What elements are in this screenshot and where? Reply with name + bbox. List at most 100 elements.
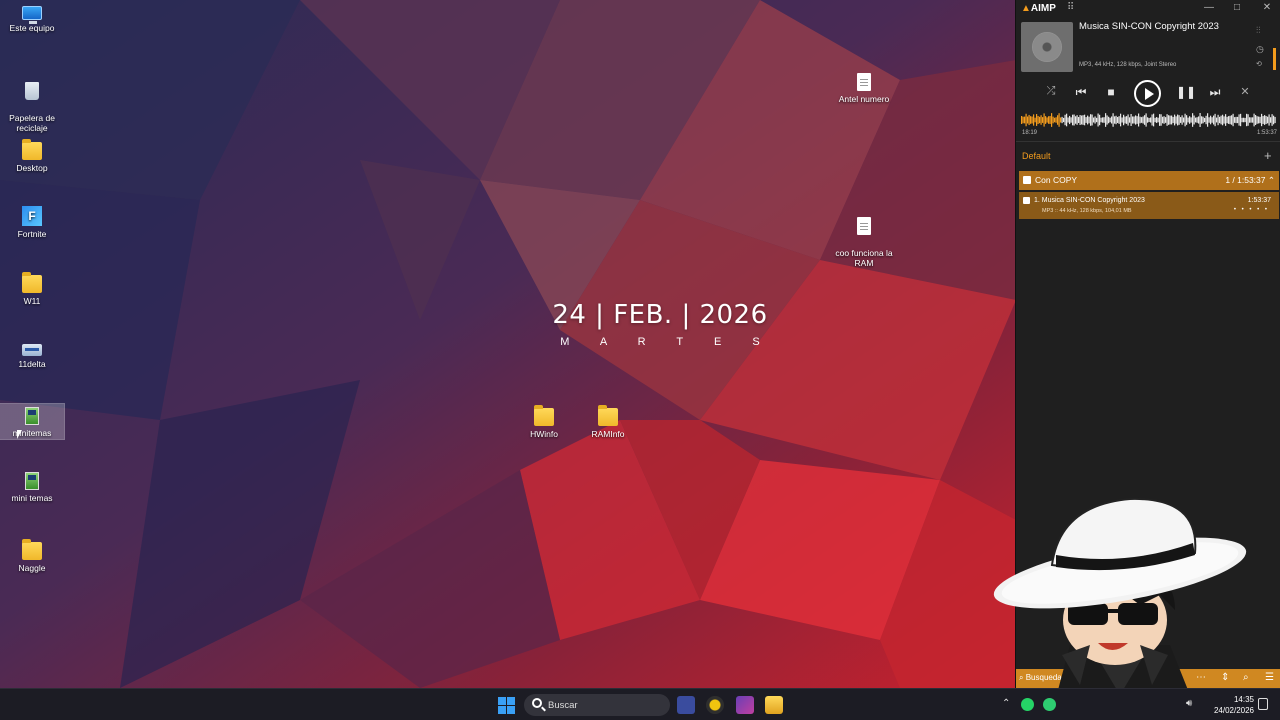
waveform-bar <box>1027 116 1029 124</box>
waveform-bar <box>1085 117 1087 123</box>
tray-expand-icon[interactable]: ⌃ <box>1002 698 1010 709</box>
drive-icon <box>22 344 42 356</box>
waveform-bar <box>1229 115 1231 125</box>
waveform-bar <box>1204 117 1206 123</box>
waveform-bar <box>1262 116 1264 124</box>
desktop-icon-papelera[interactable]: Papelera de reciclaje <box>0 72 64 143</box>
tray-app-icon[interactable] <box>1043 698 1056 711</box>
waveform-bar <box>1043 113 1045 127</box>
playlist-track-row[interactable]: 1. Musica SIN-CON Copyright 2023 1:53:37… <box>1019 192 1279 219</box>
waveform-bar <box>1213 115 1215 125</box>
app-icon <box>25 407 39 425</box>
desktop-icon-desktop[interactable]: Desktop <box>0 139 64 173</box>
waveform-bar <box>1223 116 1225 124</box>
waveform-bar <box>1217 114 1219 126</box>
previous-button[interactable]: ⏮ <box>1073 85 1089 100</box>
folder-icon <box>598 405 618 426</box>
waveform-seekbar[interactable] <box>1021 111 1276 129</box>
track-rating[interactable]: • • • • • <box>1234 207 1269 213</box>
clock-icon[interactable]: ◷ <box>1256 44 1264 55</box>
taskbar-app-browser-icon[interactable] <box>736 696 754 714</box>
next-button[interactable]: ⏭ <box>1207 85 1223 100</box>
waveform-bar <box>1046 117 1048 123</box>
playlist-group-header[interactable]: Con COPY 1 / 1:53:37 ⌃ <box>1019 171 1279 190</box>
equalizer-icon[interactable]: ⫶⫶ <box>1256 25 1261 36</box>
desktop-icon-minitemas[interactable]: minitemas <box>0 403 65 440</box>
repeat-small-icon[interactable]: ⟲ <box>1256 60 1262 68</box>
waveform-bar <box>1157 117 1159 123</box>
close-icon[interactable]: ✕ <box>1260 2 1274 13</box>
waveform-bar <box>1064 114 1066 126</box>
grip-icon[interactable]: ⠿ <box>1067 2 1074 13</box>
desktop-icon-mini-temas[interactable]: mini temas <box>0 472 64 503</box>
playlist-tab-default[interactable]: Default <box>1022 151 1051 161</box>
desktop-icon-este-equipo[interactable]: Este equipo <box>0 6 64 33</box>
waveform-bar <box>1226 116 1228 124</box>
waveform-bar <box>1264 115 1266 125</box>
taskbar-app-aimp-icon[interactable] <box>706 696 724 714</box>
shuffle-icon[interactable]: ✕ <box>1237 85 1253 98</box>
waveform-bar <box>1087 115 1089 125</box>
desktop-icon-label: mini temas <box>11 493 53 503</box>
desktop-icon-naggle[interactable]: Naggle <box>0 539 64 573</box>
volume-icon[interactable]: 🔊︎ <box>1186 698 1199 711</box>
checkbox-icon[interactable] <box>1023 176 1031 184</box>
waveform-bar <box>1072 114 1074 126</box>
taskbar-search[interactable] <box>524 694 670 716</box>
waveform-bar <box>1145 113 1147 127</box>
waveform-bar <box>1106 115 1108 125</box>
add-playlist-icon[interactable]: + <box>1264 148 1272 163</box>
notification-icon[interactable] <box>1258 698 1268 710</box>
waveform-bar <box>1030 116 1032 124</box>
waveform-bar <box>1124 116 1126 124</box>
waveform-bar <box>1252 117 1254 123</box>
checkbox-icon[interactable] <box>1023 197 1030 204</box>
pause-button[interactable]: ❚❚ <box>1176 85 1196 99</box>
desktop-icon-coo-funciona-ram[interactable]: coo funciona la RAM <box>832 207 896 278</box>
waveform-bar <box>1129 117 1131 123</box>
aimp-logo: ▲AIMP <box>1021 3 1056 14</box>
waveform-bar <box>1025 113 1027 127</box>
divider <box>1016 141 1280 142</box>
desktop-icon-hwinfo[interactable]: HWinfo <box>512 405 576 439</box>
waveform-bar <box>1267 116 1269 124</box>
waveform-bar <box>1130 113 1132 126</box>
aimp-titlebar[interactable]: ▲AIMP ⠿ — □ ✕ <box>1016 0 1280 18</box>
waveform-bar <box>1195 117 1197 123</box>
desktop-icon-fortnite[interactable]: F Fortnite <box>0 206 64 239</box>
repeat-icon[interactable]: ⤮ <box>1043 85 1059 98</box>
waveform-bar <box>1238 114 1240 126</box>
desktop-icon-label: Este equipo <box>9 23 55 33</box>
waveform-bar <box>1054 117 1056 123</box>
taskbar-search-input[interactable] <box>548 698 658 712</box>
desktop-icon-label: 11delta <box>18 359 46 369</box>
waveform-bar <box>1138 113 1140 127</box>
taskbar-clock[interactable]: 14:35 24/02/2026 <box>1204 694 1254 716</box>
minimize-icon[interactable]: — <box>1202 2 1216 13</box>
desktop-icon-antel-numero[interactable]: Antel numero <box>832 73 896 104</box>
desktop-icon-11delta[interactable]: 11delta <box>0 344 64 369</box>
waveform-bar <box>1147 117 1149 123</box>
taskbar-app-multi-icon[interactable] <box>677 696 695 714</box>
waveform-bar <box>1118 116 1120 124</box>
desktop-icon-label: coo funciona la RAM <box>835 248 893 268</box>
waveform-bar <box>1192 113 1194 127</box>
menu-icon[interactable]: ☰ <box>1265 672 1274 683</box>
waveform-bar <box>1088 116 1090 124</box>
waveform-bar <box>1235 116 1237 124</box>
waveform-bar <box>1250 117 1252 123</box>
waveform-bar <box>1045 116 1047 124</box>
waveform-bar <box>1222 114 1224 126</box>
play-button[interactable] <box>1134 80 1161 107</box>
waveform-bar <box>1159 114 1161 126</box>
volume-slider[interactable] <box>1273 48 1276 70</box>
stop-button[interactable]: ■ <box>1103 85 1119 99</box>
desktop-icon-w11[interactable]: W11 <box>0 272 64 306</box>
file-explorer-icon[interactable] <box>765 696 783 714</box>
desktop-icon-raminfo[interactable]: RAMInfo <box>576 405 640 439</box>
waveform-bar <box>1175 116 1177 124</box>
start-button[interactable] <box>498 697 515 714</box>
waveform-bar <box>1132 116 1134 124</box>
maximize-icon[interactable]: □ <box>1230 2 1244 13</box>
whatsapp-icon[interactable] <box>1021 698 1034 711</box>
